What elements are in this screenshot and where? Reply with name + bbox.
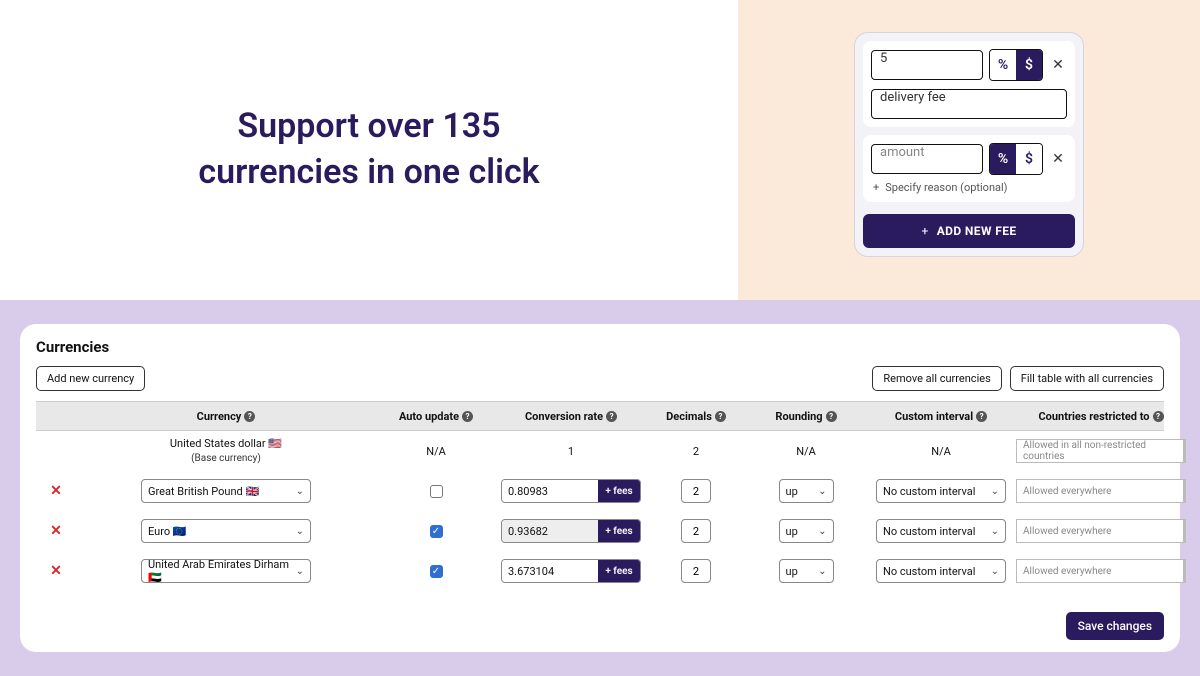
col-rounding: Rounding [775,410,822,423]
col-auto-update: Auto update [399,410,459,423]
fee-unit-currency[interactable]: $ [1016,144,1042,174]
base-auto-update: N/A [376,445,496,458]
help-icon[interactable] [606,411,617,422]
countries-input[interactable]: Allowed everywhere [1016,559,1186,583]
table-row-base: United States dollar 🇺🇸 (Base currency) … [36,431,1164,471]
fee-reason-input[interactable]: delivery fee [871,89,1067,119]
fee-amount-input[interactable]: amount [871,144,983,174]
fee-block: 5%$ ✕ delivery fee [863,41,1075,127]
rate-fees-button[interactable]: + fees [598,520,640,542]
fee-block: amount%$ ✕ Specify reason (optional) [863,135,1075,202]
chevron-down-icon: ⌄ [991,566,999,577]
countries-input[interactable]: Allowed everywhere [1016,479,1186,503]
currencies-panel: Currencies Add new currency Remove all c… [20,324,1180,652]
custom-interval-select[interactable]: No custom interval⌄ [876,519,1006,543]
remove-fee-button[interactable]: ✕ [1049,56,1067,74]
remove-currency-button[interactable]: ✕ [50,523,62,539]
fee-unit-toggle: %$ [989,143,1043,175]
base-rounding: N/A [746,445,866,458]
auto-update-checkbox[interactable] [430,485,443,498]
auto-update-checkbox[interactable] [430,525,443,538]
base-currency-name: United States dollar 🇺🇸 [170,437,282,451]
decimals-input[interactable] [681,559,711,583]
help-icon[interactable] [462,411,473,422]
rounding-select[interactable]: up⌄ [779,519,834,543]
chevron-down-icon: ⌄ [991,526,999,537]
rate-fees-button[interactable]: + fees [598,480,640,502]
decimals-input[interactable] [681,479,711,503]
fee-amount-input[interactable]: 5 [871,50,983,80]
rate-fees-button[interactable]: + fees [598,560,640,582]
help-icon[interactable] [1153,411,1164,422]
currency-select[interactable]: Great British Pound 🇬🇧⌄ [141,479,311,503]
remove-currency-button[interactable]: ✕ [50,563,62,579]
base-decimals: 2 [646,445,746,458]
fees-card: 5%$✕delivery feeamount%$✕Specify reason … [854,32,1084,257]
table-row: ✕ Great British Pound 🇬🇧⌄ 0.80983+ fees up⌄… [36,471,1164,511]
remove-fee-button[interactable]: ✕ [1049,150,1067,168]
base-countries-input[interactable]: Allowed in all non-restricted countries [1016,439,1186,463]
fee-unit-currency[interactable]: $ [1016,50,1042,80]
headline-line-1: Support over 135 [198,104,539,150]
conversion-rate-field: 0.93682+ fees [501,519,641,543]
rounding-select[interactable]: up⌄ [779,479,834,503]
add-new-currency-button[interactable]: Add new currency [36,366,145,391]
col-custom-interval: Custom interval [895,410,973,423]
table-header: Currency Auto update Conversion rate Dec… [36,401,1164,431]
col-countries: Countries restricted to [1038,410,1149,423]
help-icon[interactable] [976,411,987,422]
conversion-rate-input: 0.93682 [502,520,598,542]
currency-select[interactable]: United Arab Emirates Dirham 🇦🇪⌄ [141,559,311,583]
fee-unit-toggle: %$ [989,49,1043,81]
custom-interval-select[interactable]: No custom interval⌄ [876,479,1006,503]
add-new-fee-button[interactable]: ADD NEW FEE [863,214,1075,248]
table-row: ✕ Euro 🇪🇺⌄ 0.93682+ fees up⌄ No custom inter… [36,511,1164,551]
chevron-down-icon: ⌄ [818,566,826,577]
col-currency: Currency [197,410,242,423]
help-icon[interactable] [826,411,837,422]
headline-line-2: currencies in one click [198,150,539,196]
base-rate: 1 [496,445,646,458]
specify-reason-button[interactable]: Specify reason (optional) [871,175,1067,194]
marketing-headline: Support over 135 currencies in one click [198,104,539,196]
auto-update-checkbox[interactable] [430,565,443,578]
panel-title: Currencies [36,338,1164,356]
fee-unit-percent[interactable]: % [990,144,1016,174]
remove-currency-button[interactable]: ✕ [50,483,62,499]
chevron-down-icon: ⌄ [818,526,826,537]
chevron-down-icon: ⌄ [818,486,826,497]
table-row: ✕ United Arab Emirates Dirham 🇦🇪⌄ 3.673104… [36,551,1164,591]
rounding-select[interactable]: up⌄ [779,559,834,583]
countries-input[interactable]: Allowed everywhere [1016,519,1186,543]
conversion-rate-field: 3.673104+ fees [501,559,641,583]
chevron-down-icon: ⌄ [296,486,304,497]
conversion-rate-field: 0.80983+ fees [501,479,641,503]
help-icon[interactable] [715,411,726,422]
base-custom-interval: N/A [866,445,1016,458]
fee-unit-percent[interactable]: % [990,50,1016,80]
custom-interval-select[interactable]: No custom interval⌄ [876,559,1006,583]
currency-select[interactable]: Euro 🇪🇺⌄ [141,519,311,543]
decimals-input[interactable] [681,519,711,543]
chevron-down-icon: ⌄ [296,526,304,537]
help-icon[interactable] [244,411,255,422]
fill-all-currencies-button[interactable]: Fill table with all currencies [1010,366,1164,391]
chevron-down-icon: ⌄ [296,566,304,577]
conversion-rate-input[interactable]: 0.80983 [502,480,598,502]
conversion-rate-input[interactable]: 3.673104 [502,560,598,582]
save-changes-button[interactable]: Save changes [1066,612,1164,640]
chevron-down-icon: ⌄ [991,486,999,497]
col-conversion-rate: Conversion rate [525,410,603,423]
remove-all-currencies-button[interactable]: Remove all currencies [872,366,1001,391]
col-decimals: Decimals [666,410,712,423]
base-currency-note: (Base currency) [191,452,261,465]
